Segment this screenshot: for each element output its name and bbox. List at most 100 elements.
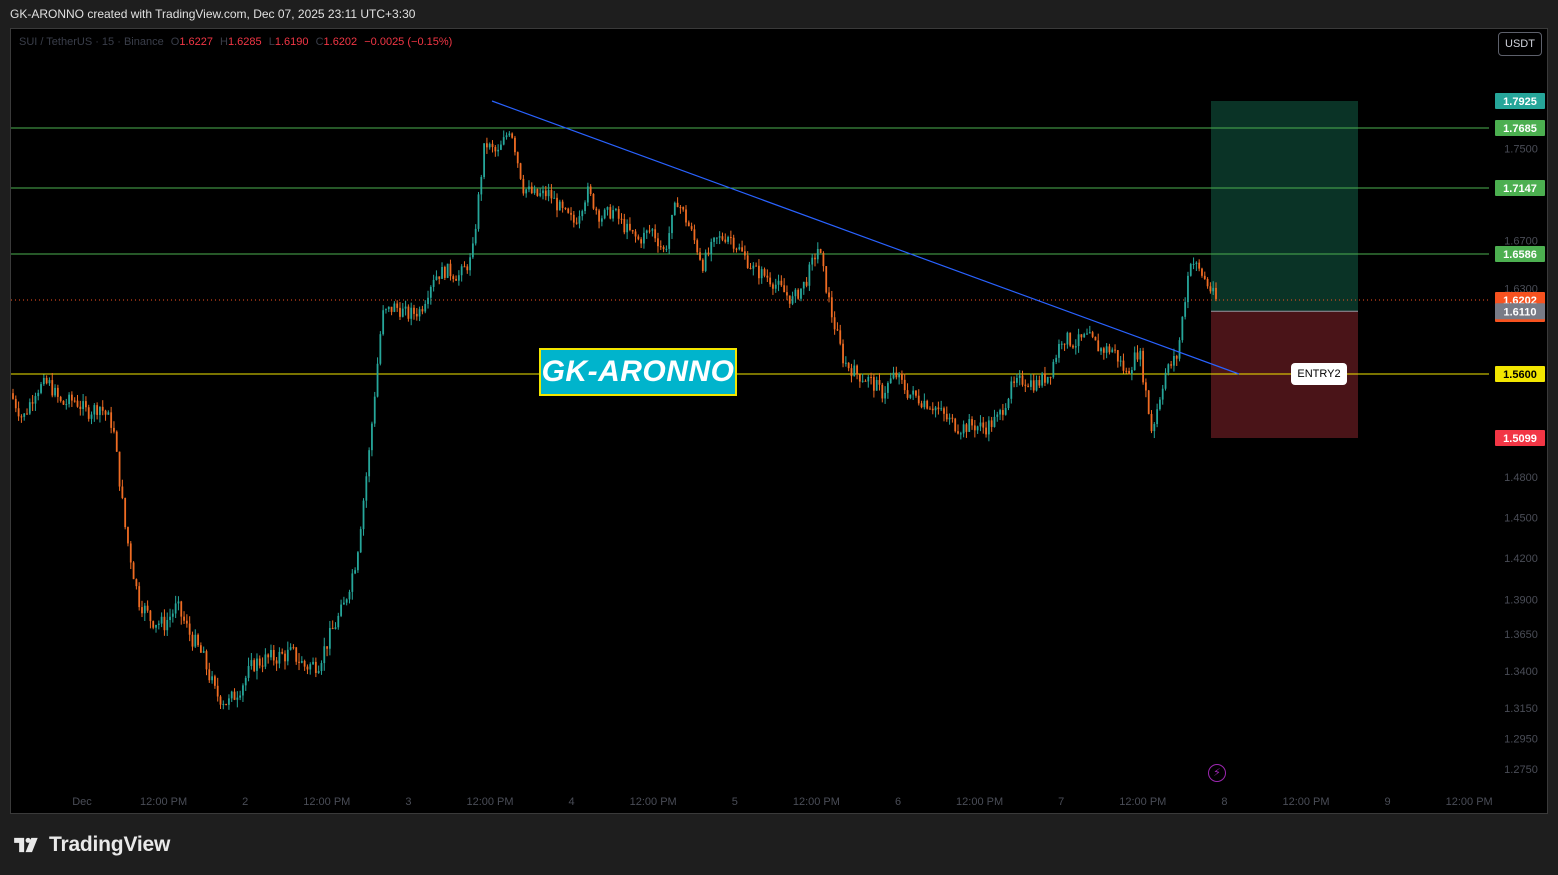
candle [825, 265, 828, 294]
candle [819, 248, 822, 254]
candle-body [101, 406, 104, 411]
candle-body [797, 289, 800, 299]
chart-panel[interactable]: 1.7500 1.6700 1.6300 1.4800 1.4500 1.4200 1.39… [10, 28, 1548, 814]
candle [31, 395, 34, 412]
candle [1178, 337, 1181, 362]
candle [987, 416, 990, 442]
entry-label[interactable]: ENTRY2 [1291, 363, 1347, 385]
candle-body [261, 665, 264, 667]
candle-body [300, 660, 303, 663]
candle [396, 300, 399, 312]
x-tick-label: 12:00 PM [140, 796, 187, 808]
candle [460, 264, 463, 282]
candle-body [471, 243, 474, 258]
candle [547, 183, 550, 202]
candle-body [516, 152, 519, 164]
candle [640, 237, 643, 249]
candle-body [814, 257, 816, 260]
candle-body [701, 259, 704, 271]
candle-body [410, 307, 413, 319]
candle [858, 374, 861, 388]
candle-body [1086, 333, 1088, 335]
candle-body [870, 376, 872, 378]
candle [1018, 370, 1021, 386]
candle [82, 393, 85, 416]
candle [256, 653, 258, 680]
currency-button[interactable]: USDT [1498, 32, 1542, 56]
candle [264, 648, 267, 670]
candle [539, 188, 542, 198]
candle-body [28, 402, 31, 414]
candle [118, 451, 121, 491]
candle-body [427, 297, 429, 304]
candle [183, 611, 185, 624]
candle-body [342, 602, 345, 605]
candle-body [129, 543, 132, 563]
candle-body [741, 247, 743, 252]
candle [1125, 367, 1128, 374]
candle-body [710, 241, 713, 255]
candle [1049, 376, 1052, 385]
candle-body [323, 646, 326, 664]
candle-body [1142, 350, 1144, 383]
candle-body [368, 450, 371, 477]
candle [929, 406, 931, 410]
candle [755, 262, 758, 267]
candle [979, 415, 982, 432]
candle-body [589, 186, 592, 194]
candle [222, 700, 225, 710]
candle [407, 304, 410, 322]
candle [668, 226, 671, 255]
candle [295, 646, 298, 665]
candle-body [1072, 345, 1074, 348]
candle [844, 356, 847, 367]
candle [528, 180, 530, 193]
candle-body [1088, 332, 1091, 334]
candle-body [752, 265, 755, 269]
candle-body [926, 400, 929, 409]
candle [673, 201, 676, 216]
candle [1153, 422, 1156, 439]
candle-body [418, 309, 421, 317]
candle [70, 391, 73, 408]
candle-body [1077, 334, 1080, 347]
candle-body [794, 289, 797, 297]
candle-body [985, 427, 987, 435]
price-chart[interactable]: 1.75001.67001.63001.48001.45001.42001.39… [11, 29, 1548, 814]
candle [881, 382, 884, 403]
candle-body [715, 237, 718, 239]
candle [749, 263, 752, 270]
candle-body [544, 190, 547, 197]
candle-body [1192, 263, 1195, 265]
candle [769, 272, 772, 287]
candle [1142, 347, 1144, 385]
candle [351, 569, 354, 600]
candle-body [211, 676, 213, 681]
candle-body [357, 552, 359, 571]
candle-body [620, 218, 623, 220]
candle [54, 384, 56, 398]
lightning-icon[interactable]: ⚡ [1208, 764, 1226, 782]
candle [856, 364, 858, 380]
candle-body [143, 605, 146, 614]
candle [1164, 368, 1167, 391]
candle [752, 262, 755, 276]
candle [132, 561, 135, 580]
tp-price-label: 1.7685 [1503, 123, 1537, 135]
candle [169, 608, 171, 628]
candle-body [56, 387, 59, 397]
legend-close: 1.6202 [323, 36, 358, 48]
candle-body [1128, 370, 1130, 375]
candle-body [385, 309, 387, 311]
candle-body [858, 374, 861, 382]
candle-body [1161, 388, 1164, 400]
candle [878, 373, 881, 391]
candle-body [289, 647, 292, 650]
candle-body [180, 601, 183, 617]
candle [149, 609, 152, 629]
candle [1007, 397, 1010, 411]
candle-body [1032, 380, 1035, 391]
candle [923, 393, 926, 410]
candle [996, 411, 999, 422]
candle-body [399, 307, 401, 317]
